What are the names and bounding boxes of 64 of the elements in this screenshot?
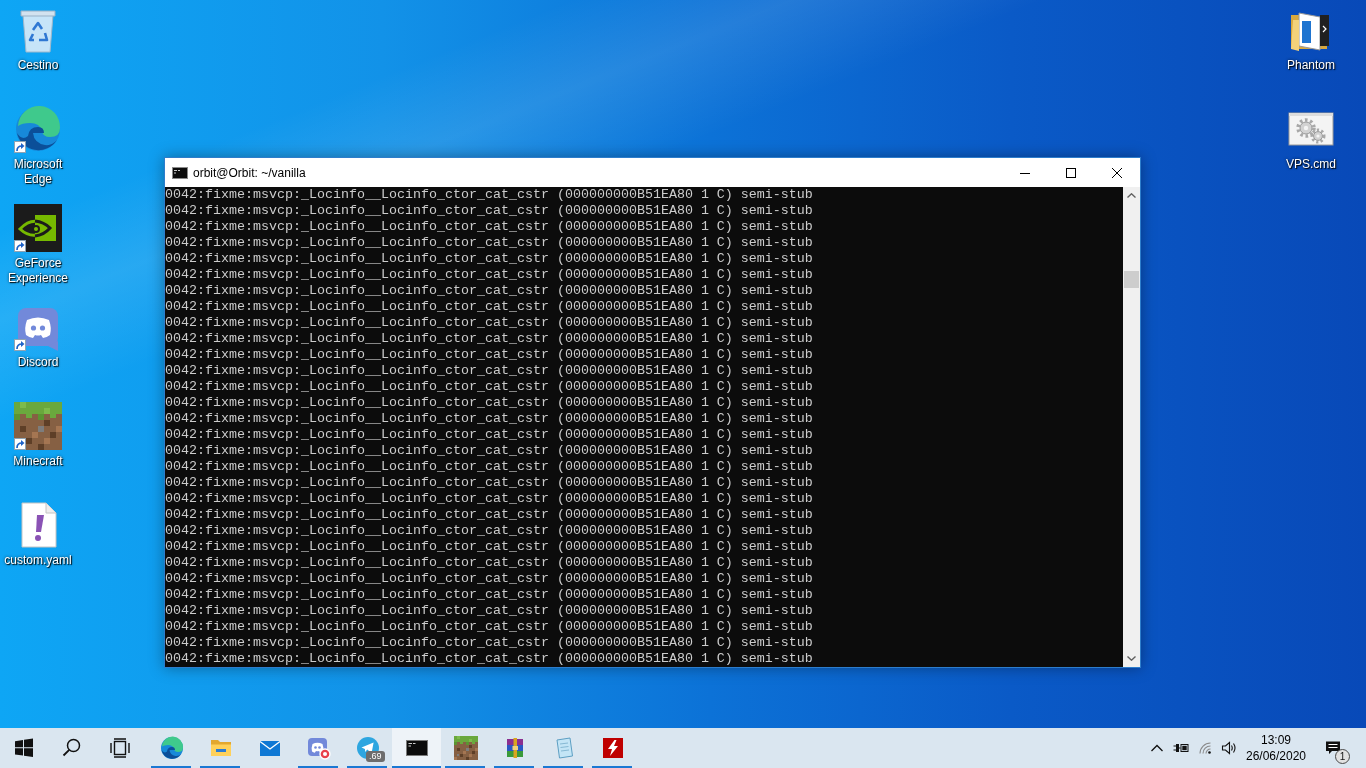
grass-block-icon[interactable] xyxy=(453,736,478,760)
taskbar-button[interactable] xyxy=(392,728,441,768)
count-badge: .69 xyxy=(366,751,385,762)
close-icon xyxy=(1112,167,1122,178)
console-line: 0042:fixme:msvcp:_Locinfo__Locinfo_ctor_cat_cstr (000000000B51EA80 1 C) semi-stub xyxy=(165,475,813,491)
console-line: 0042:fixme:msvcp:_Locinfo__Locinfo_ctor_cat_cstr (000000000B51EA80 1 C) semi-stub xyxy=(165,203,813,219)
console-line: 0042:fixme:msvcp:_Locinfo__Locinfo_ctor_cat_cstr (000000000B51EA80 1 C) semi-stub xyxy=(165,395,813,411)
desktop-shortcut[interactable]: custom.yaml xyxy=(1,497,75,568)
terminal-icon xyxy=(172,164,188,181)
console-line: 0042:fixme:msvcp:_Locinfo__Locinfo_ctor_cat_cstr (000000000B51EA80 1 C) semi-stub xyxy=(165,411,813,427)
console-line: 0042:fixme:msvcp:_Locinfo__Locinfo_ctor_cat_cstr (000000000B51EA80 1 C) semi-stub xyxy=(165,507,813,523)
speaker-icon[interactable] xyxy=(1221,740,1237,756)
console-line: 0042:fixme:msvcp:_Locinfo__Locinfo_ctor_cat_cstr (000000000B51EA80 1 C) semi-stub xyxy=(165,651,813,667)
wave-logo-icon[interactable] xyxy=(14,105,62,153)
lightning-tile-icon[interactable] xyxy=(600,736,625,760)
console-line: 0042:fixme:msvcp:_Locinfo__Locinfo_ctor_cat_cstr (000000000B51EA80 1 C) semi-stub xyxy=(165,459,813,475)
grass-block-icon[interactable] xyxy=(14,402,62,450)
console-line: 0042:fixme:msvcp:_Locinfo__Locinfo_ctor_cat_cstr (000000000B51EA80 1 C) semi-stub xyxy=(165,555,813,571)
scrollbar-thumb[interactable] xyxy=(1124,271,1139,288)
four-pane-logo-icon[interactable] xyxy=(12,736,36,760)
console-line: 0042:fixme:msvcp:_Locinfo__Locinfo_ctor_cat_cstr (000000000B51EA80 1 C) semi-stub xyxy=(165,571,813,587)
scrollbar-track[interactable] xyxy=(1123,187,1140,667)
stacked-windows-icon[interactable] xyxy=(108,736,132,760)
console-line: 0042:fixme:msvcp:_Locinfo__Locinfo_ctor_cat_cstr (000000000B51EA80 1 C) semi-stub xyxy=(165,539,813,555)
desktop-shortcut[interactable]: VPS.cmd xyxy=(1274,101,1348,172)
maximize-icon xyxy=(1066,167,1076,178)
console-line: 0042:fixme:msvcp:_Locinfo__Locinfo_ctor_cat_cstr (000000000B51EA80 1 C) semi-stub xyxy=(165,251,813,267)
console-line: 0042:fixme:msvcp:_Locinfo__Locinfo_ctor_cat_cstr (000000000B51EA80 1 C) semi-stub xyxy=(165,219,813,235)
desktop-shortcut[interactable]: GeForce Experience xyxy=(1,200,75,286)
wifi-icon[interactable] xyxy=(1197,740,1213,756)
chevron-down-icon xyxy=(1127,656,1136,661)
taskbar-button[interactable]: .69 xyxy=(343,728,392,768)
console-line: 0042:fixme:msvcp:_Locinfo__Locinfo_ctor_cat_cstr (000000000B51EA80 1 C) semi-stub xyxy=(165,347,813,363)
console-line: 0042:fixme:msvcp:_Locinfo__Locinfo_ctor_cat_cstr (000000000B51EA80 1 C) semi-stub xyxy=(165,363,813,379)
console-line: 0042:fixme:msvcp:_Locinfo__Locinfo_ctor_cat_cstr (000000000B51EA80 1 C) semi-stub xyxy=(165,427,813,443)
console-line: 0042:fixme:msvcp:_Locinfo__Locinfo_ctor_cat_cstr (000000000B51EA80 1 C) semi-stub xyxy=(165,635,813,651)
console-line: 0042:fixme:msvcp:_Locinfo__Locinfo_ctor_cat_cstr (000000000B51EA80 1 C) semi-stub xyxy=(165,619,813,635)
eye-logo-icon[interactable] xyxy=(14,204,62,252)
clock-time[interactable]: 13:09 xyxy=(1261,732,1291,748)
desktop-shortcut[interactable]: Phantom xyxy=(1274,2,1348,73)
console-line: 0042:fixme:msvcp:_Locinfo__Locinfo_ctor_cat_cstr (000000000B51EA80 1 C) semi-stub xyxy=(165,379,813,395)
console-line: 0042:fixme:msvcp:_Locinfo__Locinfo_ctor_cat_cstr (000000000B51EA80 1 C) semi-stub xyxy=(165,283,813,299)
clock-date[interactable]: 26/06/2020 xyxy=(1245,748,1307,764)
game-controller-logo-icon[interactable] xyxy=(306,736,331,760)
console-line: 0042:fixme:msvcp:_Locinfo__Locinfo_ctor_cat_cstr (000000000B51EA80 1 C) semi-stub xyxy=(165,523,813,539)
console-line: 0042:fixme:msvcp:_Locinfo__Locinfo_ctor_cat_cstr (000000000B51EA80 1 C) semi-stub xyxy=(165,331,813,347)
message-icon[interactable] xyxy=(1325,740,1341,756)
desktop-shortcut[interactable]: Discord xyxy=(1,299,75,370)
console-line: 0042:fixme:msvcp:_Locinfo__Locinfo_ctor_cat_cstr (000000000B51EA80 1 C) semi-stub xyxy=(165,603,813,619)
console-line: 0042:fixme:msvcp:_Locinfo__Locinfo_ctor_cat_cstr (000000000B51EA80 1 C) semi-stub xyxy=(165,587,813,603)
wave-logo-icon[interactable] xyxy=(159,736,184,760)
desktop-shortcut[interactable]: Minecraft xyxy=(1,398,75,469)
console-line: 0042:fixme:msvcp:_Locinfo__Locinfo_ctor_cat_cstr (000000000B51EA80 1 C) semi-stub xyxy=(165,299,813,315)
console-line: 0042:fixme:msvcp:_Locinfo__Locinfo_ctor_cat_cstr (000000000B51EA80 1 C) semi-stub xyxy=(165,443,813,459)
desktop-shortcut[interactable]: Microsoft Edge xyxy=(1,101,75,187)
chevron-up-icon xyxy=(1127,193,1136,198)
console-line: 0042:fixme:msvcp:_Locinfo__Locinfo_ctor_cat_cstr (000000000B51EA80 1 C) semi-stub xyxy=(165,187,813,203)
console-line: 0042:fixme:msvcp:_Locinfo__Locinfo_ctor_cat_cstr (000000000B51EA80 1 C) semi-stub xyxy=(165,491,813,507)
notification-count: 1 xyxy=(1335,749,1350,764)
window-title: orbit@Orbit: ~/vanilla xyxy=(193,165,306,180)
console-line: 0042:fixme:msvcp:_Locinfo__Locinfo_ctor_cat_cstr (000000000B51EA80 1 C) semi-stub xyxy=(165,235,813,251)
desktop-shortcut[interactable]: Cestino xyxy=(1,2,75,73)
console-line: 0042:fixme:msvcp:_Locinfo__Locinfo_ctor_cat_cstr (000000000B51EA80 1 C) semi-stub xyxy=(165,267,813,283)
console-line: 0042:fixme:msvcp:_Locinfo__Locinfo_ctor_cat_cstr (000000000B51EA80 1 C) semi-stub xyxy=(165,315,813,331)
